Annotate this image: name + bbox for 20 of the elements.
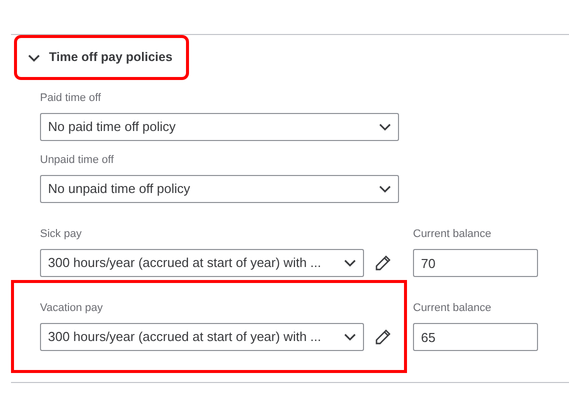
chevron-down-icon	[379, 123, 391, 131]
chevron-down-icon	[28, 54, 40, 62]
pencil-icon[interactable]	[375, 255, 391, 271]
balance-input[interactable]: 65	[413, 323, 538, 351]
field-label: Unpaid time off	[40, 153, 115, 167]
policy-dropdown[interactable]: No paid time off policy	[40, 113, 399, 141]
balance-input[interactable]: 70	[413, 249, 538, 277]
policy-dropdown[interactable]: No unpaid time off policy	[40, 175, 399, 203]
chevron-down-icon	[344, 259, 356, 267]
field-label: Vacation pay	[40, 301, 104, 315]
chevron-down-icon	[379, 185, 391, 193]
field-label: Sick pay	[40, 227, 83, 241]
field-label: Paid time off	[40, 91, 102, 105]
policy-dropdown[interactable]: 300 hours/year (accrued at start of year) with ...	[40, 323, 364, 351]
field-label: Current balance	[413, 301, 492, 315]
section-toggle[interactable]: Time off pay policies	[14, 35, 190, 80]
chevron-down-icon	[344, 333, 356, 341]
policy-dropdown[interactable]: 300 hours/year (accrued at start of year) with ...	[40, 249, 364, 277]
field-label: Current balance	[413, 227, 492, 241]
pencil-icon[interactable]	[375, 329, 391, 345]
